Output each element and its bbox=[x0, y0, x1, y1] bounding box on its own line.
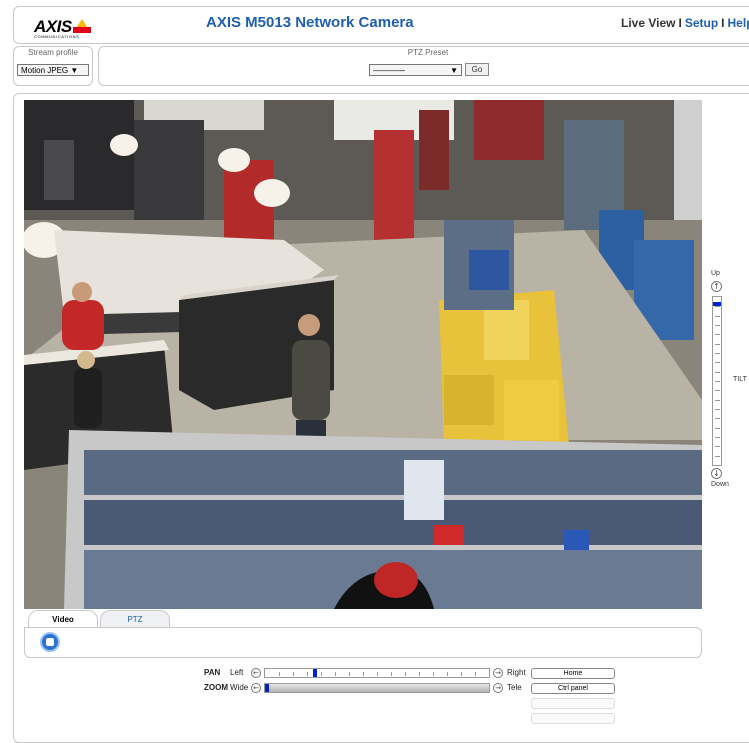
camera-image bbox=[24, 100, 702, 609]
pan-tick bbox=[405, 672, 406, 676]
tilt-tick bbox=[715, 418, 720, 419]
pan-tick bbox=[377, 672, 378, 676]
pan-tick bbox=[363, 672, 364, 676]
tilt-tick bbox=[715, 437, 720, 438]
pan-tick bbox=[447, 672, 448, 676]
logo-subtext: COMMUNICATIONS bbox=[34, 34, 80, 39]
arrow-left-icon[interactable]: ← bbox=[251, 683, 261, 693]
tilt-tick bbox=[715, 409, 720, 410]
stop-icon[interactable] bbox=[40, 632, 60, 652]
pan-tick bbox=[419, 672, 420, 676]
tilt-label: TILT bbox=[733, 376, 747, 383]
arrow-right-icon[interactable]: → bbox=[493, 683, 503, 693]
ptz-preset-label: PTZ Preset bbox=[407, 48, 449, 57]
pan-left-label: Left bbox=[230, 668, 244, 677]
home-button[interactable]: Home bbox=[531, 668, 615, 679]
tilt-tick bbox=[715, 372, 720, 373]
nav-separator: I bbox=[678, 16, 682, 30]
nav-help-link[interactable]: Help bbox=[728, 16, 749, 30]
axis-logo[interactable]: AXIS COMMUNICATIONS bbox=[34, 17, 91, 39]
ptz-preset-select[interactable]: ———— ▼ bbox=[369, 64, 462, 76]
empty-button-slot bbox=[531, 698, 615, 709]
pan-tick bbox=[321, 672, 322, 676]
tilt-tick bbox=[715, 334, 720, 335]
header-bar: AXIS COMMUNICATIONS AXIS M5013 Network C… bbox=[13, 6, 749, 44]
tab-video[interactable]: Video bbox=[28, 610, 98, 628]
tilt-tick bbox=[715, 400, 720, 401]
pan-right-label: Right bbox=[507, 668, 526, 677]
logo-triangle-icon bbox=[72, 19, 91, 33]
video-feed[interactable] bbox=[24, 100, 702, 609]
nav-separator: I bbox=[721, 16, 725, 30]
stream-profile-value: Motion JPEG bbox=[21, 66, 69, 75]
tilt-tick bbox=[715, 381, 720, 382]
tilt-down-label: Down bbox=[711, 481, 729, 488]
empty-button-slot bbox=[531, 713, 615, 724]
pan-slider[interactable] bbox=[264, 668, 490, 678]
ctrl-panel-button[interactable]: Ctrl panel bbox=[531, 683, 615, 694]
pan-tick bbox=[349, 672, 350, 676]
pan-tick bbox=[293, 672, 294, 676]
tilt-tick bbox=[715, 456, 720, 457]
nav-live-view[interactable]: Live View bbox=[621, 16, 675, 30]
pan-tick bbox=[335, 672, 336, 676]
pan-tick bbox=[391, 672, 392, 676]
stream-profile-panel: Stream profile Motion JPEG ▼ bbox=[13, 46, 93, 86]
nav-setup-link[interactable]: Setup bbox=[685, 16, 718, 30]
zoom-tele-label: Tele bbox=[507, 683, 522, 692]
stream-profile-label: Stream profile bbox=[28, 48, 78, 57]
tilt-tick bbox=[715, 325, 720, 326]
video-tab-panel bbox=[24, 627, 702, 658]
zoom-slider-thumb[interactable] bbox=[265, 684, 269, 692]
pan-slider-thumb[interactable] bbox=[313, 669, 317, 677]
top-nav: Live ViewISetupIHelp bbox=[621, 16, 749, 30]
tilt-tick bbox=[715, 344, 720, 345]
pan-tick bbox=[307, 672, 308, 676]
tilt-tick bbox=[715, 428, 720, 429]
pan-tick bbox=[279, 672, 280, 676]
tilt-tick bbox=[715, 316, 720, 317]
chevron-down-icon: ▼ bbox=[450, 66, 458, 75]
tilt-up-label: Up bbox=[711, 270, 720, 277]
page-title: AXIS M5013 Network Camera bbox=[206, 14, 414, 31]
chevron-down-icon: ▼ bbox=[70, 66, 79, 75]
tilt-slider[interactable] bbox=[712, 296, 722, 466]
tilt-tick bbox=[715, 390, 720, 391]
tilt-tick bbox=[715, 446, 720, 447]
pan-tick bbox=[461, 672, 462, 676]
arrow-right-icon[interactable]: → bbox=[493, 668, 503, 678]
arrow-up-icon[interactable]: ↑ bbox=[711, 281, 722, 292]
ptz-preset-panel: PTZ Preset ———— ▼ Go bbox=[98, 46, 749, 86]
zoom-wide-label: Wide bbox=[230, 683, 249, 692]
tilt-tick bbox=[715, 306, 720, 307]
arrow-down-icon[interactable]: ↓ bbox=[711, 468, 722, 479]
zoom-slider[interactable] bbox=[264, 683, 490, 693]
stream-profile-select[interactable]: Motion JPEG ▼ bbox=[17, 64, 89, 76]
pan-label: PAN bbox=[204, 668, 221, 677]
pan-tick bbox=[433, 672, 434, 676]
ptz-preset-value: ———— bbox=[373, 66, 405, 75]
go-button[interactable]: Go bbox=[465, 63, 489, 76]
tilt-tick bbox=[715, 353, 720, 354]
tilt-tick bbox=[715, 362, 720, 363]
zoom-label: ZOOM bbox=[204, 683, 228, 692]
arrow-left-icon[interactable]: ← bbox=[251, 668, 261, 678]
pan-tick bbox=[475, 672, 476, 676]
tab-ptz[interactable]: PTZ bbox=[100, 610, 170, 628]
